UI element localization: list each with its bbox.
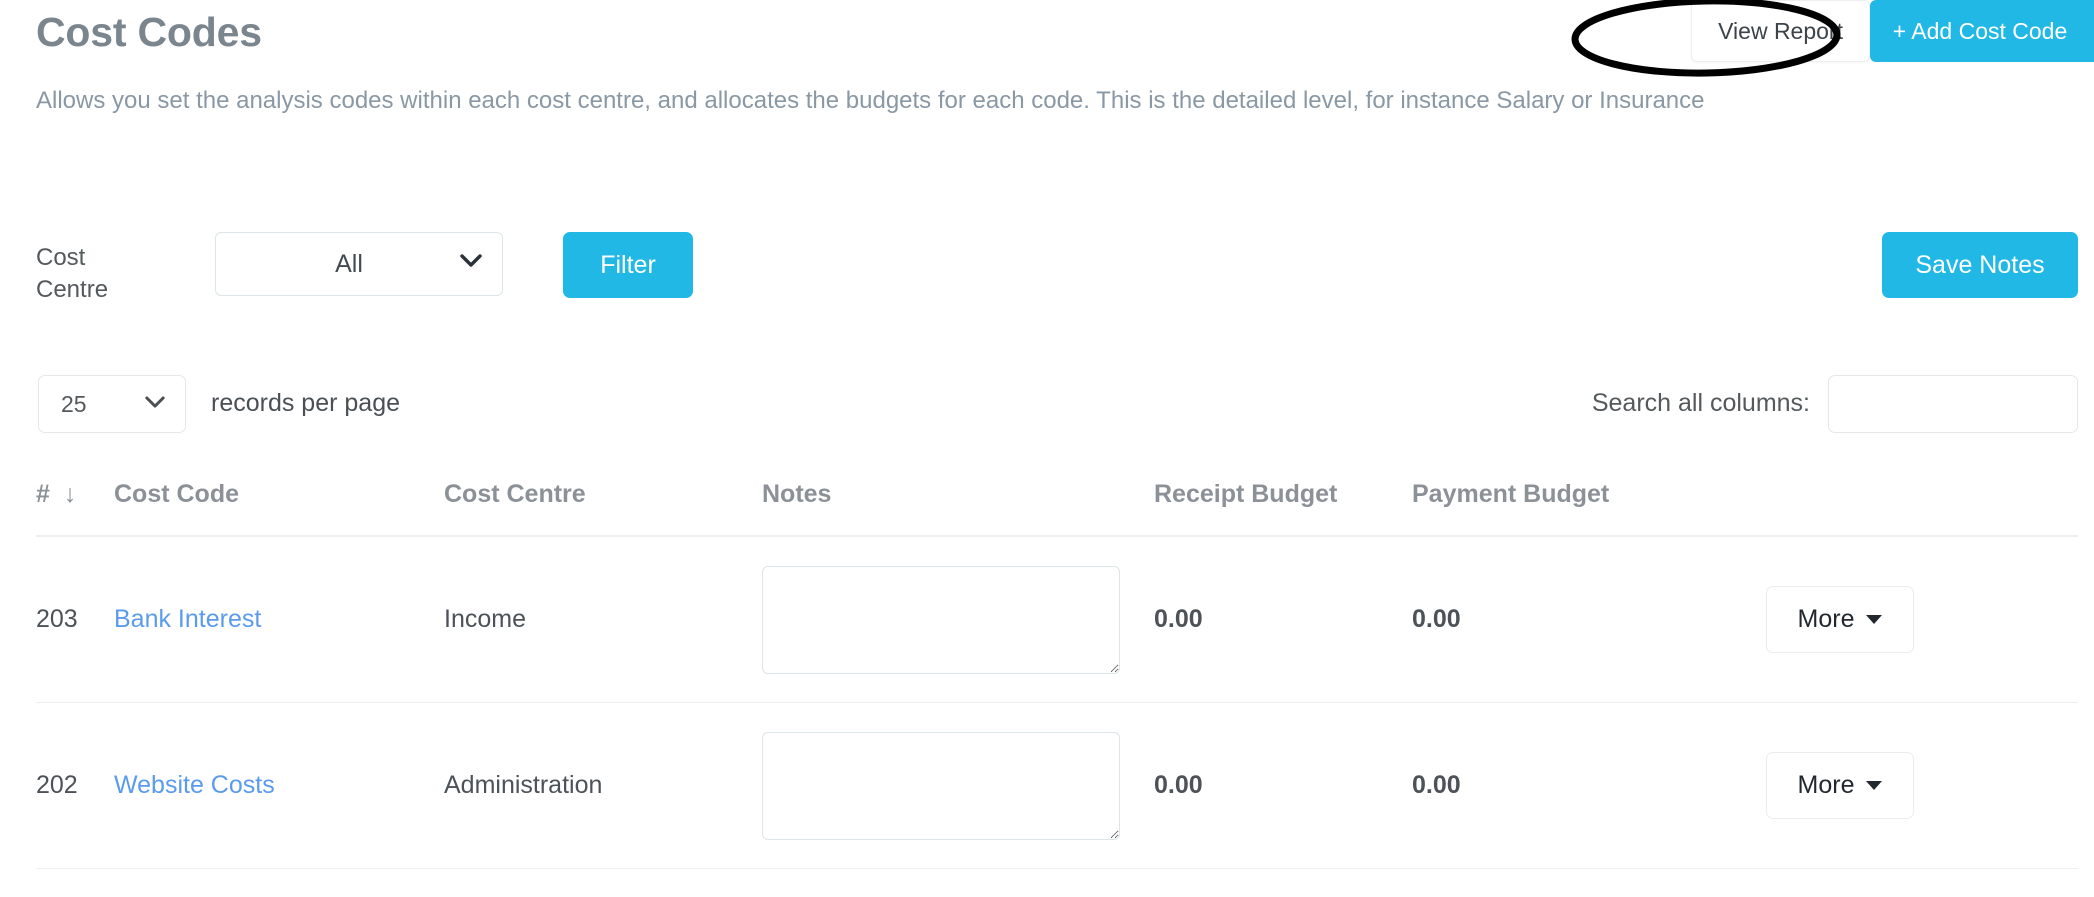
more-button[interactable]: More xyxy=(1766,586,1914,653)
column-header-cost-code[interactable]: Cost Code xyxy=(114,480,444,537)
search-input[interactable] xyxy=(1828,375,2078,433)
receipt-budget-value: 0.00 xyxy=(1154,771,1203,799)
payment-budget-value: 0.00 xyxy=(1412,605,1461,633)
cost-codes-table: # ↓ Cost Code Cost Centre Notes Receipt B… xyxy=(36,480,2078,869)
cell-cost-centre: Income xyxy=(444,536,762,703)
table-row: 202 Website Costs Administration 0.00 0.… xyxy=(36,702,2078,869)
cost-centre-filter-label: Cost Centre xyxy=(36,244,109,304)
cell-notes xyxy=(762,702,1154,869)
cell-num: 203 xyxy=(36,536,114,703)
save-notes-button[interactable]: Save Notes xyxy=(1882,232,2078,298)
column-header-receipt-budget[interactable]: Receipt Budget xyxy=(1154,480,1412,537)
cell-receipt-budget: 0.00 xyxy=(1154,702,1412,869)
page-subtitle: Allows you set the analysis codes within… xyxy=(36,87,1705,114)
cell-cost-code: Website Costs xyxy=(114,702,444,869)
more-button[interactable]: More xyxy=(1766,752,1914,819)
cell-cost-code: Bank Interest xyxy=(114,536,444,703)
caret-down-icon xyxy=(1866,615,1883,624)
cost-code-link[interactable]: Bank Interest xyxy=(114,605,261,633)
notes-textarea[interactable] xyxy=(762,565,1120,674)
table-header-row: # ↓ Cost Code Cost Centre Notes Receipt B… xyxy=(36,480,2078,537)
table-head: # ↓ Cost Code Cost Centre Notes Receipt B… xyxy=(36,480,2078,537)
search-label: Search all columns: xyxy=(1591,389,1810,417)
cell-payment-budget: 0.00 xyxy=(1412,702,1732,869)
more-button-label: More xyxy=(1797,605,1855,633)
records-per-page-select[interactable]: 25 xyxy=(38,375,186,433)
filter-button[interactable]: Filter xyxy=(563,232,693,298)
cost-code-link[interactable]: Website Costs xyxy=(114,771,275,799)
cell-payment-budget: 0.00 xyxy=(1412,536,1732,703)
table-row: 203 Bank Interest Income 0.00 0.00 More xyxy=(36,536,2078,703)
view-report-button[interactable]: View Report xyxy=(1691,0,1870,62)
page-title: Cost Codes xyxy=(36,9,262,55)
table-body: 203 Bank Interest Income 0.00 0.00 More xyxy=(36,536,2078,869)
cell-actions: More xyxy=(1732,702,2078,869)
cell-receipt-budget: 0.00 xyxy=(1154,536,1412,703)
header-actions: View Report + Add Cost Code xyxy=(1691,0,2094,62)
cell-num: 202 xyxy=(36,702,114,869)
more-button-label: More xyxy=(1797,771,1855,799)
column-header-payment-budget[interactable]: Payment Budget xyxy=(1412,480,1732,537)
cost-centre-select[interactable]: All xyxy=(215,232,503,296)
add-cost-code-button[interactable]: + Add Cost Code xyxy=(1870,0,2094,62)
notes-textarea[interactable] xyxy=(762,731,1120,840)
column-header-cost-centre[interactable]: Cost Centre xyxy=(444,480,762,537)
cell-notes xyxy=(762,536,1154,703)
sort-desc-icon[interactable]: ↓ xyxy=(64,480,77,509)
cost-codes-page: Cost Codes Allows you set the analysis c… xyxy=(0,0,2094,897)
column-header-notes[interactable]: Notes xyxy=(762,480,1154,537)
column-header-num-label: # xyxy=(36,480,50,508)
caret-down-icon xyxy=(1866,781,1883,790)
cell-cost-centre: Administration xyxy=(444,702,762,869)
payment-budget-value: 0.00 xyxy=(1412,771,1461,799)
receipt-budget-value: 0.00 xyxy=(1154,605,1203,633)
column-header-actions xyxy=(1732,480,2078,537)
column-header-num[interactable]: # ↓ xyxy=(36,480,114,537)
records-per-page-label: records per page xyxy=(211,389,401,417)
cell-actions: More xyxy=(1732,536,2078,703)
